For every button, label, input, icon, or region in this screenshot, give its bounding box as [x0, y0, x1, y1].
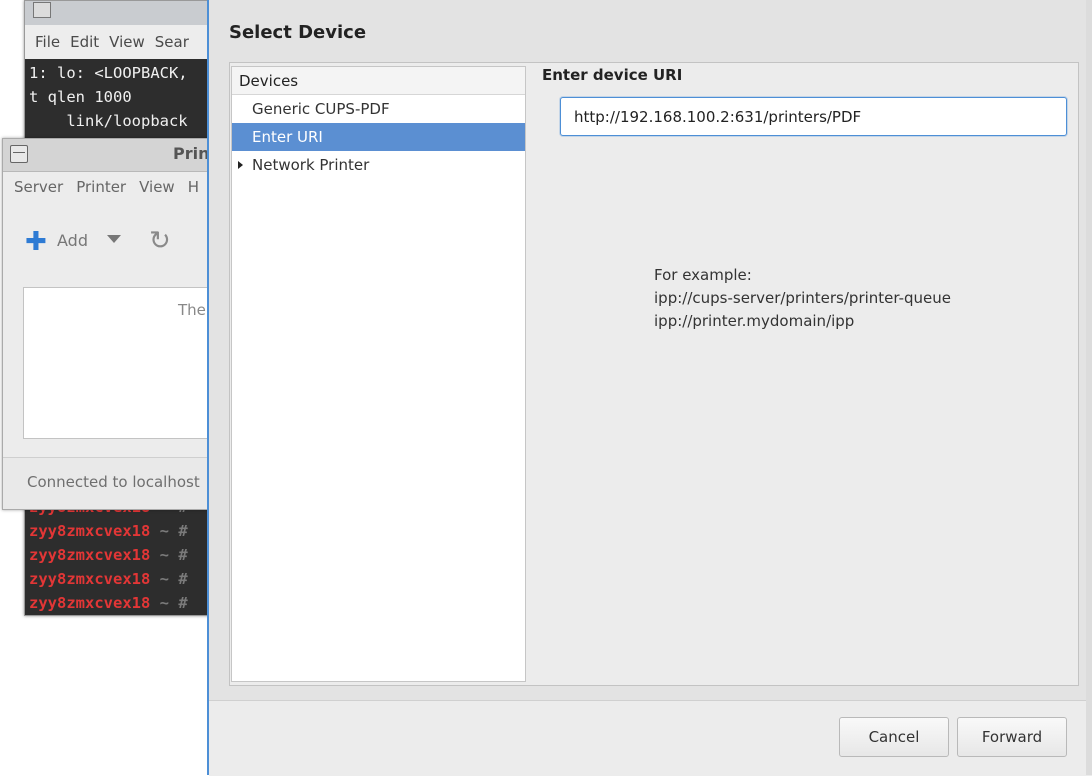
menu-server[interactable]: Server [14, 178, 63, 196]
menu-help[interactable]: H [188, 178, 199, 196]
select-device-dialog: Select Device Devices Generic CUPS-PDF E… [207, 0, 1092, 776]
forward-button[interactable]: Forward [957, 717, 1067, 757]
terminal-menu-edit[interactable]: Edit [70, 33, 99, 51]
device-uri-input[interactable] [560, 97, 1067, 136]
terminal-prompt: zyy8zmxcvex18 ~ # [29, 570, 188, 588]
example-line: ipp://cups-server/printers/printer-queue [654, 289, 952, 307]
terminal-prompt: zyy8zmxcvex18 ~ # [29, 594, 188, 612]
example-line: For example: [654, 266, 752, 284]
connection-status: Connected to localhost [27, 473, 200, 491]
dialog-right-edge [1086, 0, 1092, 775]
device-item-generic-cups-pdf[interactable]: Generic CUPS-PDF [232, 95, 525, 123]
device-item-network-printer[interactable]: Network Printer [232, 151, 525, 179]
terminal-prompt: zyy8zmxcvex18 ~ # [29, 522, 188, 540]
uri-example-text: For example: ipp://cups-server/printers/… [654, 264, 951, 333]
printers-titlebar[interactable]: Prin [3, 139, 209, 172]
expand-arrow-icon[interactable] [238, 161, 243, 169]
refresh-icon[interactable]: ↻ [149, 226, 171, 256]
devices-column-header[interactable]: Devices [232, 67, 525, 95]
printers-window-title: Prin [173, 144, 210, 163]
cancel-button[interactable]: Cancel [839, 717, 949, 757]
terminal-menu-view[interactable]: View [109, 33, 145, 51]
add-printer-button[interactable]: Add [57, 231, 88, 250]
terminal-line: 1: lo: <LOOPBACK, [29, 64, 188, 82]
menu-view[interactable]: View [139, 178, 175, 196]
device-item-enter-uri[interactable]: Enter URI [232, 123, 525, 151]
device-item-label: Enter URI [252, 128, 323, 146]
terminal-line: t qlen 1000 [29, 88, 132, 106]
device-uri-label: Enter device URI [542, 66, 683, 84]
terminal-titlebar[interactable] [25, 1, 225, 26]
printers-window: Prin Server Printer View H ✚ Add ↻ The C… [2, 138, 210, 510]
terminal-prompt: zyy8zmxcvex18 ~ # [29, 546, 188, 564]
example-line: ipp://printer.mydomain/ipp [654, 312, 855, 330]
terminal-line: link/loopback [29, 112, 188, 130]
device-item-label: Generic CUPS-PDF [252, 100, 390, 118]
terminal-window-icon [33, 2, 51, 18]
device-item-label: Network Printer [252, 156, 370, 174]
dialog-title: Select Device [229, 22, 367, 43]
add-dropdown-icon[interactable] [107, 235, 121, 243]
add-plus-icon[interactable]: ✚ [25, 229, 47, 255]
menu-printer[interactable]: Printer [76, 178, 126, 196]
printers-menubar: Server Printer View H [3, 171, 209, 203]
devices-list[interactable]: Devices Generic CUPS-PDF Enter URI Netwo… [231, 66, 526, 682]
terminal-menu-search[interactable]: Sear [155, 33, 189, 51]
terminal-menubar: File Edit View Sear [25, 25, 225, 59]
printers-list-text: The [178, 301, 206, 319]
printer-window-icon [10, 145, 28, 163]
terminal-menu-file[interactable]: File [35, 33, 60, 51]
